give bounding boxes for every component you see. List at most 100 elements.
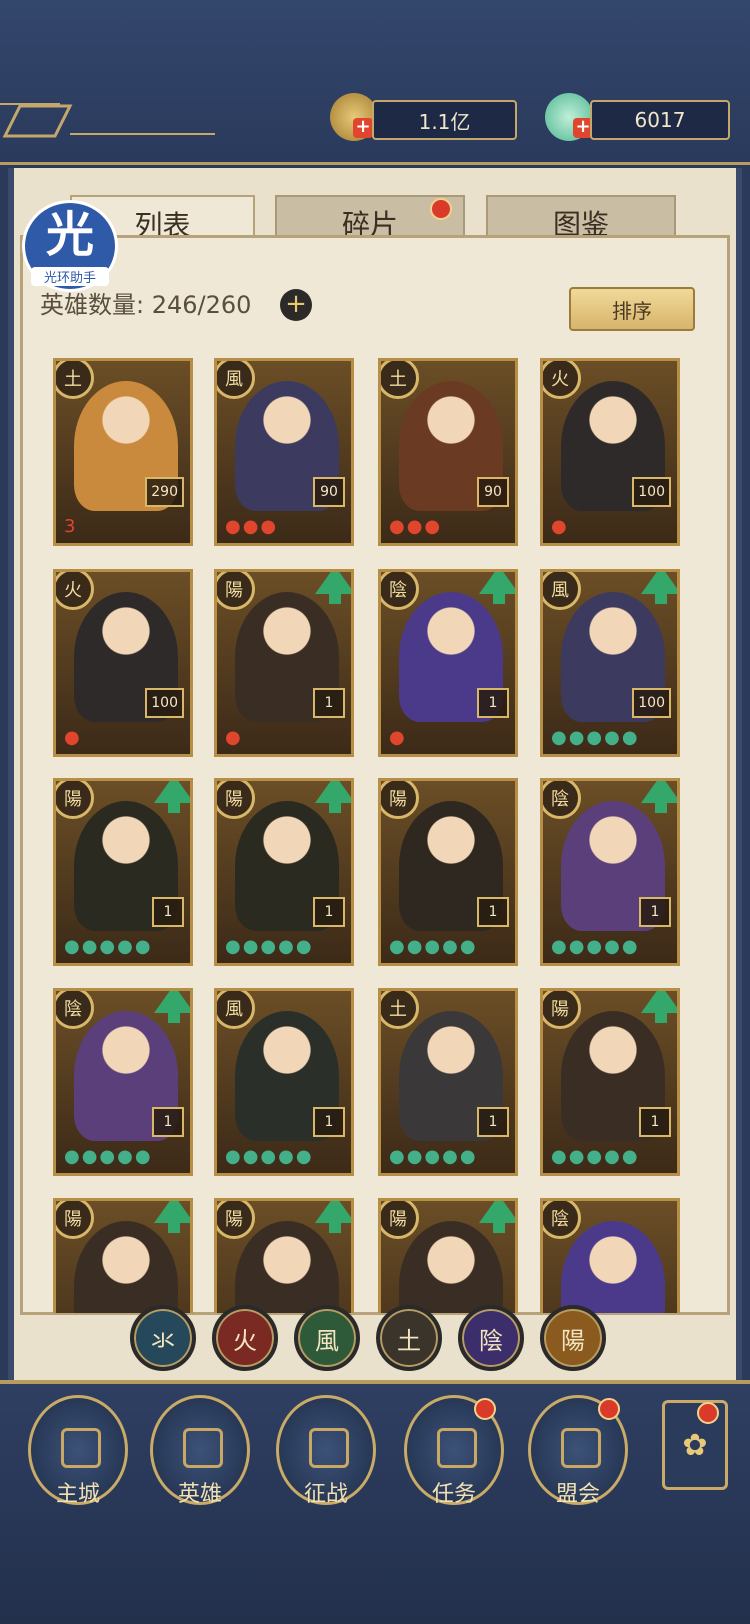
hero-level: 1 (639, 1107, 671, 1137)
jade-value: 6017 (590, 100, 730, 140)
hero-star-rank: ●●●●● (64, 936, 153, 957)
hero-card[interactable]: 陽 (214, 1198, 354, 1313)
element-icon: 火 (56, 572, 94, 610)
hero-star-rank: ●●●●● (225, 1146, 314, 1167)
element-icon: 土 (56, 361, 94, 399)
hero-level: 1 (313, 1107, 345, 1137)
add-coin-button[interactable]: + (353, 118, 373, 138)
element-icon: 陽 (56, 781, 94, 819)
nav-label: 任务 (431, 1482, 476, 1507)
nav-label: 英雄 (177, 1482, 222, 1507)
hero-card[interactable]: 陽 1 ●●●●● (540, 988, 680, 1176)
element-filter-button[interactable]: 陰 (458, 1305, 524, 1371)
element-icon: 陽 (56, 1201, 94, 1239)
element-icon: 陽 (381, 1201, 419, 1239)
hero-star-rank: 3 (64, 516, 78, 537)
hero-card[interactable]: 風 90 ●●● (214, 358, 354, 546)
element-filter-button[interactable]: 氺 (130, 1305, 196, 1371)
nav-icon (61, 1428, 101, 1468)
upgrade-arrow-icon (641, 991, 677, 1023)
hero-count: 英雄数量: 246/260 (40, 291, 252, 319)
hero-level: 1 (477, 688, 509, 718)
hero-card[interactable]: 陽 (378, 1198, 518, 1313)
element-icon: 火 (543, 361, 581, 399)
element-filter-button[interactable]: 陽 (540, 1305, 606, 1371)
hero-level: 1 (477, 897, 509, 927)
element-icon: 陽 (217, 781, 255, 819)
upgrade-arrow-icon (315, 572, 351, 604)
sort-button[interactable]: 排序 (569, 287, 695, 331)
hero-card[interactable]: 陰 1 ● (378, 569, 518, 757)
hero-card[interactable]: 陽 1 ●●●●● (378, 778, 518, 966)
hero-card[interactable]: 陽 (53, 1198, 193, 1313)
notification-dot (474, 1398, 496, 1420)
hero-star-rank: ●●● (389, 516, 443, 537)
notification-dot (697, 1402, 719, 1424)
hero-card[interactable]: 陽 1 ●●●●● (53, 778, 193, 966)
hero-star-rank: ●●●●● (64, 1146, 153, 1167)
element-icon: 風 (217, 361, 255, 399)
element-icon: 陰 (381, 572, 419, 610)
hero-card[interactable]: 火 100 ● (53, 569, 193, 757)
upgrade-arrow-icon (154, 1201, 190, 1233)
hero-card[interactable]: 陽 1 ● (214, 569, 354, 757)
element-icon: 土 (381, 991, 419, 1029)
upgrade-arrow-icon (315, 1201, 351, 1233)
element-filter-button[interactable]: 風 (294, 1305, 360, 1371)
hero-star-rank: ● (225, 727, 243, 748)
hero-star-rank: ●●● (225, 516, 279, 537)
hero-star-rank: ●●●●● (225, 936, 314, 957)
hero-level: 1 (639, 897, 671, 927)
hero-level: 100 (145, 688, 184, 718)
element-filter-button[interactable]: 土 (376, 1305, 442, 1371)
hero-star-rank: ●●●●● (551, 727, 640, 748)
hero-level: 1 (313, 897, 345, 927)
element-icon: 陽 (381, 781, 419, 819)
hero-card[interactable]: 陽 1 ●●●●● (214, 778, 354, 966)
hero-card[interactable]: 陰 (540, 1198, 680, 1313)
hero-card[interactable]: 土 90 ●●● (378, 358, 518, 546)
hero-card[interactable]: 風 1 ●●●●● (214, 988, 354, 1176)
element-icon: 陽 (217, 1201, 255, 1239)
upgrade-arrow-icon (154, 781, 190, 813)
nav-label: 盟会 (555, 1482, 600, 1507)
hero-star-rank: ●●●●● (389, 1146, 478, 1167)
upgrade-arrow-icon (315, 781, 351, 813)
notification-dot (430, 198, 452, 220)
hero-level: 100 (632, 688, 671, 718)
coin-value: 1.1亿 (372, 100, 517, 140)
hero-card[interactable]: 陰 1 ●●●●● (53, 988, 193, 1176)
hero-level: 1 (313, 688, 345, 718)
nav-label: 征战 (303, 1482, 348, 1507)
upgrade-arrow-icon (479, 1201, 515, 1233)
overlay-logo: 光 光环助手 (22, 200, 118, 292)
element-filter-button[interactable]: 火 (212, 1305, 278, 1371)
element-icon: 陰 (543, 781, 581, 819)
hero-star-rank: ● (389, 727, 407, 748)
hero-card[interactable]: 陰 1 ●●●●● (540, 778, 680, 966)
overlay-logo-text: 光环助手 (31, 267, 109, 286)
overlay-logo-char: 光 (45, 207, 94, 263)
upgrade-arrow-icon (641, 572, 677, 604)
hero-level: 1 (477, 1107, 509, 1137)
hero-level: 90 (313, 477, 345, 507)
upgrade-arrow-icon (154, 991, 190, 1023)
element-icon: 陽 (543, 991, 581, 1029)
hero-card[interactable]: 土 290 3 (53, 358, 193, 546)
add-hero-slot-button[interactable]: + (280, 289, 312, 321)
hero-level: 1 (152, 897, 184, 927)
hero-card[interactable]: 土 1 ●●●●● (378, 988, 518, 1176)
hero-card[interactable]: 風 100 ●●●●● (540, 569, 680, 757)
nav-label: 主城 (55, 1482, 100, 1507)
element-icon: 陰 (543, 1201, 581, 1239)
upgrade-arrow-icon (641, 781, 677, 813)
notification-dot (598, 1398, 620, 1420)
hero-level: 90 (477, 477, 509, 507)
element-icon: 風 (543, 572, 581, 610)
nav-icon (437, 1428, 477, 1468)
hero-card[interactable]: 火 100 ● (540, 358, 680, 546)
element-icon: 土 (381, 361, 419, 399)
top-bar (0, 0, 750, 165)
element-icon: 風 (217, 991, 255, 1029)
hero-star-rank: ●●●●● (389, 936, 478, 957)
